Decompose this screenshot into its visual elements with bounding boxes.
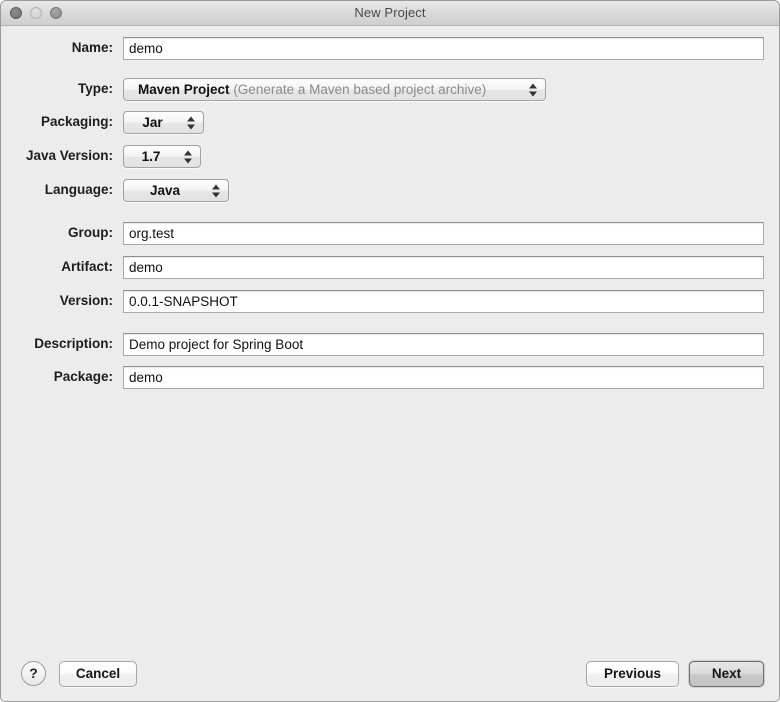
packaging-label: Packaging: bbox=[41, 114, 113, 129]
type-select-value: Maven Project bbox=[138, 82, 230, 97]
language-select[interactable]: Java bbox=[123, 179, 229, 202]
package-input[interactable]: demo bbox=[123, 366, 764, 389]
packaging-select-value: Jar bbox=[124, 112, 181, 133]
group-label: Group: bbox=[68, 225, 113, 240]
type-label: Type: bbox=[78, 81, 113, 96]
language-label: Language: bbox=[45, 182, 113, 197]
form-row-language: Language: Java bbox=[1, 179, 779, 203]
chevron-updown-icon bbox=[529, 82, 538, 97]
next-button[interactable]: Next bbox=[689, 661, 764, 687]
form-row-name: Name: demo bbox=[1, 37, 779, 61]
cancel-button[interactable]: Cancel bbox=[59, 661, 137, 687]
type-select-value-wrap: Maven Project (Generate a Maven based pr… bbox=[138, 79, 519, 100]
previous-button[interactable]: Previous bbox=[586, 661, 679, 687]
language-select-value: Java bbox=[124, 180, 206, 201]
artifact-input[interactable]: demo bbox=[123, 256, 764, 279]
label-box-description: Description: bbox=[1, 333, 113, 357]
chevron-updown-icon bbox=[184, 149, 193, 164]
java-version-label: Java Version: bbox=[26, 148, 113, 163]
description-input[interactable]: Demo project for Spring Boot bbox=[123, 333, 764, 356]
new-project-dialog: New Project Name: demo Type: Maven Proje… bbox=[0, 0, 780, 702]
name-label: Name: bbox=[72, 40, 113, 55]
packaging-select[interactable]: Jar bbox=[123, 111, 204, 134]
label-box-version: Version: bbox=[1, 290, 113, 314]
form-row-packaging: Packaging: Jar bbox=[1, 111, 779, 135]
version-label: Version: bbox=[60, 293, 113, 308]
label-box-package: Package: bbox=[1, 366, 113, 390]
chevron-updown-icon bbox=[187, 115, 196, 130]
form-row-version: Version: 0.0.1-SNAPSHOT bbox=[1, 290, 779, 314]
label-box-type: Type: bbox=[1, 78, 113, 102]
label-box-java-version: Java Version: bbox=[1, 145, 113, 169]
name-input[interactable]: demo bbox=[123, 37, 764, 60]
window-titlebar: New Project bbox=[1, 1, 779, 26]
group-input[interactable]: org.test bbox=[123, 222, 764, 245]
java-version-select[interactable]: 1.7 bbox=[123, 145, 201, 168]
form-row-package: Package: demo bbox=[1, 366, 779, 390]
java-version-select-value: 1.7 bbox=[124, 146, 178, 167]
form-row-description: Description: Demo project for Spring Boo… bbox=[1, 333, 779, 357]
form-row-group: Group: org.test bbox=[1, 222, 779, 246]
package-label: Package: bbox=[54, 369, 113, 384]
help-button[interactable]: ? bbox=[21, 661, 46, 686]
label-box-packaging: Packaging: bbox=[1, 111, 113, 135]
label-box-name: Name: bbox=[1, 37, 113, 61]
dialog-footer: ? Cancel Previous Next bbox=[1, 645, 779, 701]
form-row-java-version: Java Version: 1.7 bbox=[1, 145, 779, 169]
form-row-artifact: Artifact: demo bbox=[1, 256, 779, 280]
window-title: New Project bbox=[1, 5, 779, 20]
chevron-updown-icon bbox=[212, 183, 221, 198]
label-box-language: Language: bbox=[1, 179, 113, 203]
type-select-hint: (Generate a Maven based project archive) bbox=[233, 82, 486, 97]
artifact-label: Artifact: bbox=[61, 259, 113, 274]
label-box-artifact: Artifact: bbox=[1, 256, 113, 280]
version-input[interactable]: 0.0.1-SNAPSHOT bbox=[123, 290, 764, 313]
label-box-group: Group: bbox=[1, 222, 113, 246]
type-select[interactable]: Maven Project (Generate a Maven based pr… bbox=[123, 78, 546, 101]
form-row-type: Type: Maven Project (Generate a Maven ba… bbox=[1, 78, 779, 102]
description-label: Description: bbox=[34, 336, 113, 351]
